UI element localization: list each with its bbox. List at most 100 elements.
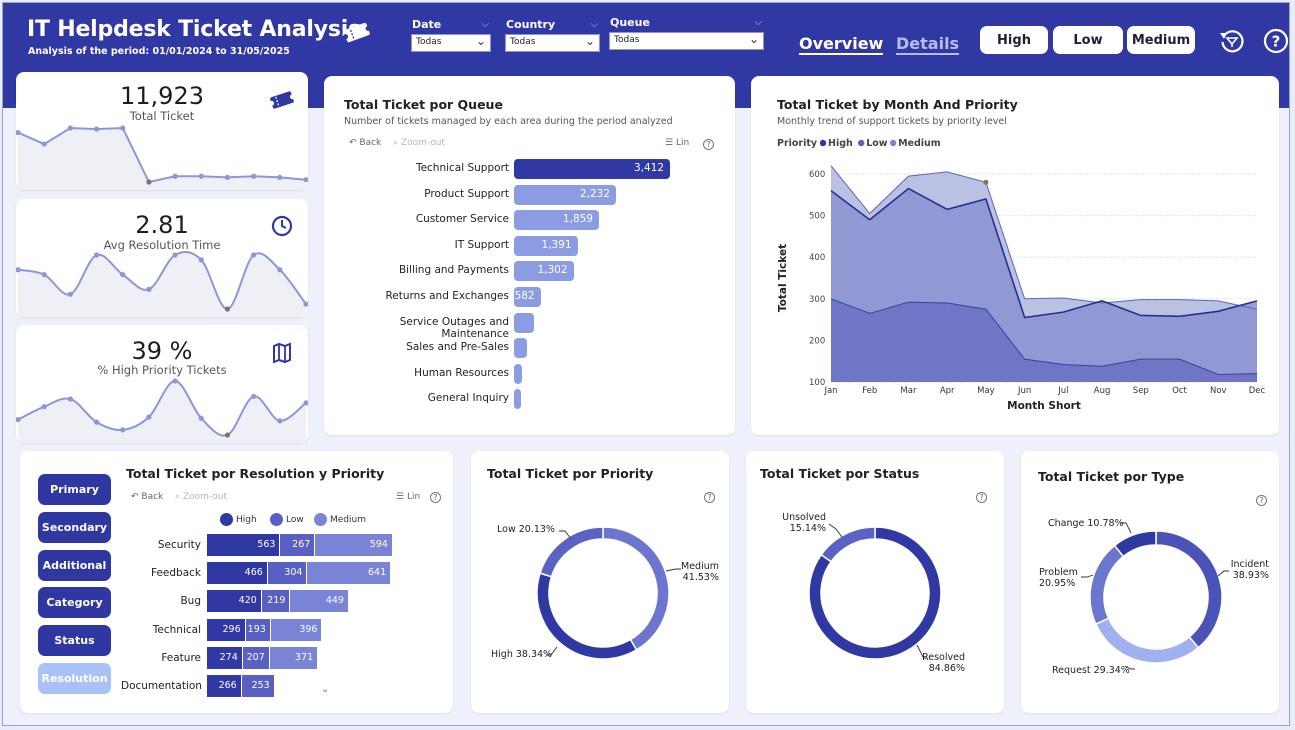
- queue-bar[interactable]: [514, 312, 534, 333]
- sparkline-point[interactable]: [198, 257, 204, 263]
- sparkline-point[interactable]: [198, 415, 204, 421]
- donut-slice-request[interactable]: [1094, 617, 1200, 664]
- sparkline-point[interactable]: [67, 396, 73, 402]
- donut-slice-change[interactable]: [1113, 530, 1157, 558]
- resolution-bar-segment[interactable]: 219: [261, 590, 291, 613]
- sparkline-point[interactable]: [41, 404, 47, 410]
- resolution-bar-segment[interactable]: 420: [207, 590, 262, 613]
- zoom-out-button[interactable]: ⌕ Zoom-out: [175, 492, 227, 502]
- sparkline-point[interactable]: [67, 291, 73, 297]
- sparkline-point[interactable]: [277, 418, 283, 424]
- back-button[interactable]: ↶ Back: [349, 138, 381, 148]
- legend-item[interactable]: Medium: [330, 515, 366, 525]
- sparkline-point[interactable]: [93, 126, 100, 132]
- legend-item[interactable]: Low: [286, 515, 304, 525]
- sparkline-point[interactable]: [224, 174, 231, 181]
- queue-filter[interactable]: Queue ⌵ Todas ⌄: [609, 16, 764, 50]
- donut-slice-medium[interactable]: [602, 526, 670, 651]
- resolution-bar-segment[interactable]: 594: [315, 534, 393, 556]
- y-tick-label: 100: [809, 378, 825, 388]
- resolution-bar-segment[interactable]: 563: [207, 534, 281, 556]
- legend-item[interactable]: Low: [866, 138, 888, 149]
- resolution-bar-segment[interactable]: 371: [269, 646, 319, 669]
- donut-slice-incident[interactable]: [1155, 530, 1223, 649]
- chevron-down-icon[interactable]: ⌄: [321, 684, 329, 695]
- priority-medium-button[interactable]: Medium: [1127, 26, 1195, 54]
- sparkline-point[interactable]: [93, 252, 100, 258]
- dimension-button-category[interactable]: Category: [38, 587, 111, 619]
- sparkline-point[interactable]: [251, 173, 257, 179]
- dimension-button-resolution[interactable]: Resolution: [38, 663, 111, 694]
- help-icon[interactable]: ?: [430, 492, 441, 503]
- donut-slice-unsolved[interactable]: [820, 526, 876, 563]
- reset-filter-icon[interactable]: [1218, 27, 1246, 55]
- sparkline-point[interactable]: [172, 173, 178, 179]
- resolution-bar-segment[interactable]: 267: [280, 534, 316, 556]
- resolution-bar-segment[interactable]: 207: [242, 646, 270, 669]
- resolution-bar-segment[interactable]: 304: [267, 562, 308, 585]
- resolution-bar-segment[interactable]: 193: [245, 618, 271, 641]
- queue-bar[interactable]: [514, 389, 521, 410]
- sparkline-point[interactable]: [146, 179, 152, 185]
- queue-label: Product Support: [424, 187, 509, 200]
- sparkline-point[interactable]: [41, 272, 47, 278]
- legend-item[interactable]: High: [236, 515, 257, 525]
- date-select[interactable]: Todas ⌄: [411, 34, 491, 52]
- queue-bar-value: 1,859: [562, 213, 593, 226]
- date-filter[interactable]: Date ⌵ Todas ⌄: [411, 18, 491, 52]
- resolution-bar-segment[interactable]: 253: [241, 675, 275, 697]
- sparkline-point[interactable]: [146, 286, 152, 292]
- sparkline-point[interactable]: [172, 378, 178, 384]
- donut-slice-problem[interactable]: [1089, 544, 1125, 626]
- help-icon[interactable]: ?: [703, 139, 714, 150]
- sparkline-point[interactable]: [146, 414, 152, 420]
- dimension-button-status[interactable]: Status: [38, 625, 111, 657]
- queue-bar-value: 582: [514, 290, 535, 302]
- resolution-bar-segment[interactable]: 274: [207, 646, 243, 669]
- queue-bar[interactable]: [514, 363, 523, 384]
- data-point[interactable]: [983, 179, 989, 185]
- scale-toggle[interactable]: ☰ Lin: [396, 492, 420, 502]
- sparkline-point[interactable]: [224, 432, 231, 438]
- dimension-button-secondary[interactable]: Secondary: [38, 511, 111, 543]
- sparkline-point[interactable]: [41, 141, 47, 147]
- sparkline-point[interactable]: [251, 393, 257, 400]
- country-select[interactable]: Todas ⌄: [505, 34, 600, 52]
- sparkline-point[interactable]: [277, 267, 283, 273]
- resolution-bar-segment[interactable]: 641: [307, 562, 392, 585]
- scale-toggle[interactable]: ☰ Lin: [665, 138, 689, 148]
- sparkline-point[interactable]: [120, 125, 126, 131]
- donut-label: Request 29.34%: [1052, 665, 1130, 676]
- resolution-bar-segment[interactable]: 466: [207, 562, 268, 585]
- sparkline-point[interactable]: [251, 252, 257, 258]
- dimension-button-primary[interactable]: Primary: [38, 474, 111, 505]
- dimension-button-additional[interactable]: Additional: [38, 549, 111, 581]
- sparkline-point[interactable]: [277, 174, 283, 181]
- resolution-bar-segment[interactable]: 396: [270, 618, 323, 641]
- sparkline-point[interactable]: [198, 173, 204, 179]
- sparkline-point[interactable]: [224, 306, 231, 312]
- resolution-bar-segment[interactable]: 296: [207, 618, 246, 641]
- legend-item[interactable]: Medium: [898, 138, 941, 149]
- zoom-out-button[interactable]: ⌕ Zoom-out: [393, 138, 445, 148]
- queue-select[interactable]: Todas ⌄: [609, 32, 764, 50]
- sparkline-point[interactable]: [93, 419, 100, 425]
- sparkline-point[interactable]: [172, 252, 178, 258]
- country-filter[interactable]: Country ⌵ Todas ⌄: [505, 18, 600, 52]
- priority-high-button[interactable]: High: [980, 26, 1048, 54]
- back-button[interactable]: ↶ Back: [131, 492, 163, 502]
- help-icon[interactable]: ?: [1262, 27, 1290, 55]
- list-icon: ☰: [396, 492, 407, 502]
- legend-item[interactable]: High: [828, 138, 853, 149]
- sparkline-point[interactable]: [120, 427, 126, 433]
- tab-overview[interactable]: Overview: [799, 34, 884, 55]
- sparkline-point[interactable]: [67, 125, 73, 131]
- resolution-bar-segment[interactable]: 266: [207, 675, 242, 697]
- donut-slice-high[interactable]: [536, 572, 638, 660]
- resolution-bar-segment[interactable]: 449: [290, 590, 349, 613]
- sparkline-point[interactable]: [120, 272, 126, 278]
- priority-low-button[interactable]: Low: [1053, 26, 1123, 54]
- tab-details[interactable]: Details: [896, 34, 960, 55]
- queue-bar[interactable]: [514, 338, 528, 359]
- filter-label: Queue: [610, 16, 650, 29]
